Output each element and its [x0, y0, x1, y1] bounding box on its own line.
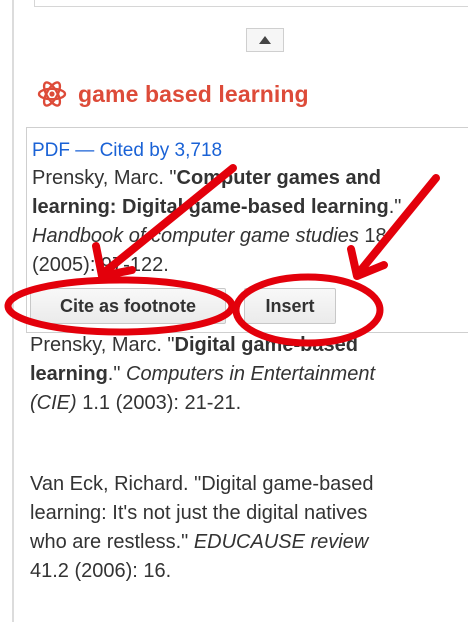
result-title-part2: learning	[30, 363, 108, 385]
result-journal-part2: (CIE)	[30, 392, 77, 414]
result-details: 1.1 (2003): 21-21.	[76, 392, 242, 414]
scroll-up-button[interactable]	[246, 28, 284, 52]
result-line: who are restless."	[30, 531, 194, 553]
link-separator: —	[75, 140, 95, 161]
search-query-title: game based learning	[78, 80, 309, 107]
cite-as-footnote-button[interactable]: Cite as footnote	[30, 288, 226, 324]
citation-title-part1: Computer games and	[176, 167, 382, 189]
citation-details: (2005): 97-122.	[32, 254, 169, 276]
triangle-up-icon	[259, 36, 271, 44]
search-result[interactable]: Van Eck, Richard. "Digital game-based le…	[30, 470, 374, 586]
insert-button[interactable]: Insert	[244, 288, 336, 324]
panel-left-border	[12, 0, 14, 622]
result-quote-close: ."	[107, 363, 127, 385]
result-citation: Prensky, Marc. "Computer games and learn…	[32, 164, 401, 280]
result-links: PDF — Cited by 3,718	[32, 140, 222, 162]
result-journal: EDUCAUSE review	[193, 531, 369, 553]
result-details: 41.2 (2006): 16.	[30, 560, 172, 582]
previous-result-box	[34, 0, 468, 7]
citation-quote-close: ."	[388, 196, 402, 218]
result-title-part1: Digital game-based	[174, 334, 358, 356]
citation-author: Prensky, Marc. "	[32, 167, 177, 189]
result-author: Prensky, Marc. "	[30, 334, 175, 356]
atom-icon	[37, 81, 67, 107]
citation-title-part2: learning: Digital game-based learning	[32, 196, 389, 218]
citation-volume: 18	[358, 225, 387, 247]
result-journal-part1: Computers in Entertainment	[126, 363, 376, 385]
result-line: learning: It's not just the digital nati…	[30, 502, 368, 524]
search-result[interactable]: Prensky, Marc. "Digital game-based learn…	[30, 331, 375, 418]
cited-by-link[interactable]: Cited by 3,718	[100, 140, 223, 161]
citation-journal: Handbook of computer game studies	[32, 225, 359, 247]
research-header: game based learning	[36, 78, 309, 110]
pdf-link[interactable]: PDF	[32, 140, 70, 161]
result-line: Van Eck, Richard. "Digital game-based	[30, 473, 374, 495]
